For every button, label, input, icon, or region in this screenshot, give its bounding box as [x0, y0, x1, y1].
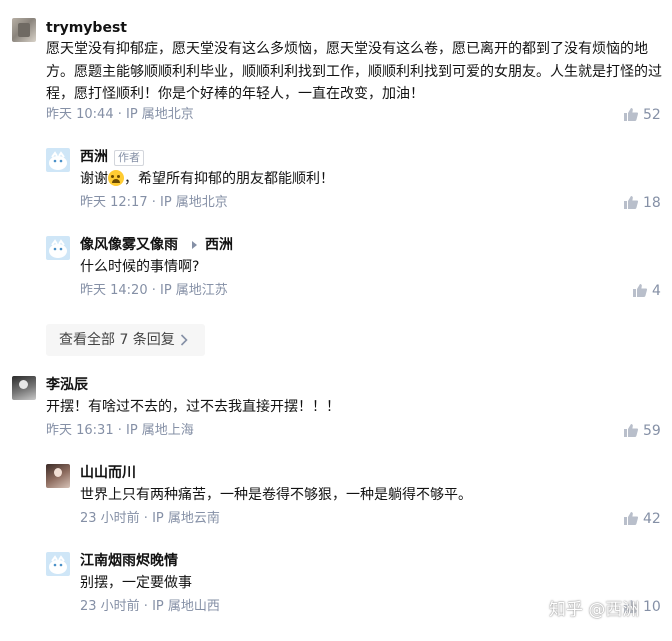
comment-meta: 昨天 16:31 · IP 属地上海: [46, 423, 194, 438]
comment-author[interactable]: trymybest: [46, 19, 127, 37]
thumbs-up-icon: [633, 284, 647, 297]
reply-meta: 23 小时前 · IP 属地山西: [80, 599, 220, 614]
thumbs-up-icon: [624, 108, 638, 121]
reply-text-part: ，希望所有抑郁的朋友都能顺利！: [124, 171, 334, 187]
reply-to-arrow-icon: [192, 241, 197, 249]
comment-meta: 昨天 10:44 · IP 属地北京: [46, 107, 194, 122]
like-count: 4: [652, 283, 661, 299]
reply-text: 谢谢 ，希望所有抑郁的朋友都能顺利！: [80, 168, 640, 191]
chevron-right-icon: [180, 334, 188, 346]
like-count: 59: [643, 423, 661, 439]
reply-meta: 23 小时前 · IP 属地云南: [80, 511, 220, 526]
reply-text: 别摆，一定要做事: [80, 575, 192, 591]
default-avatar-icon: [49, 151, 67, 170]
like-count: 18: [643, 195, 661, 211]
thumbs-up-icon: [624, 424, 638, 437]
reply-author[interactable]: 西洲: [80, 148, 108, 166]
reply-author[interactable]: 山山而川: [80, 464, 136, 482]
like-count: 10: [643, 599, 661, 615]
thumbs-up-icon: [624, 196, 638, 209]
reply-text: 什么时候的事情啊?: [80, 259, 200, 275]
crying-face-emoji-icon: [108, 170, 124, 186]
thumbs-up-icon: [624, 512, 638, 525]
comment-author[interactable]: 李泓辰: [46, 376, 88, 394]
like-count: 42: [643, 511, 661, 527]
default-avatar-icon: [49, 239, 67, 258]
reply-to-user[interactable]: 西洲: [205, 236, 233, 254]
avatar[interactable]: [46, 552, 70, 576]
avatar[interactable]: [12, 376, 36, 400]
reply-text-part: 谢谢: [80, 171, 108, 187]
author-tag: 作者: [114, 150, 144, 166]
reply-author[interactable]: 像风像雾又像雨: [80, 236, 178, 254]
avatar[interactable]: [46, 148, 70, 172]
like-count: 52: [643, 107, 661, 123]
reply-meta: 昨天 14:20 · IP 属地江苏: [80, 283, 228, 298]
comment-text: 愿天堂没有抑郁症，愿天堂没有这么多烦恼，愿天堂没有这么卷，愿已离开的都到了没有烦…: [46, 41, 662, 102]
watermark: 知乎 @西洲: [549, 600, 640, 620]
reply-text: 世界上只有两种痛苦，一种是卷得不够狠，一种是躺得不够平。: [80, 487, 472, 503]
avatar[interactable]: [46, 236, 70, 260]
reply-author[interactable]: 江南烟雨烬晚情: [80, 552, 178, 570]
avatar[interactable]: [12, 18, 36, 42]
comment-text: 开摆！有啥过不去的，过不去我直接开摆！！！: [46, 399, 340, 415]
avatar[interactable]: [46, 464, 70, 488]
default-avatar-icon: [49, 555, 67, 574]
view-all-replies-button[interactable]: 查看全部 7 条回复: [46, 324, 205, 356]
reply-meta: 昨天 12:17 · IP 属地北京: [80, 195, 228, 210]
view-all-replies-label: 查看全部 7 条回复: [59, 332, 175, 348]
